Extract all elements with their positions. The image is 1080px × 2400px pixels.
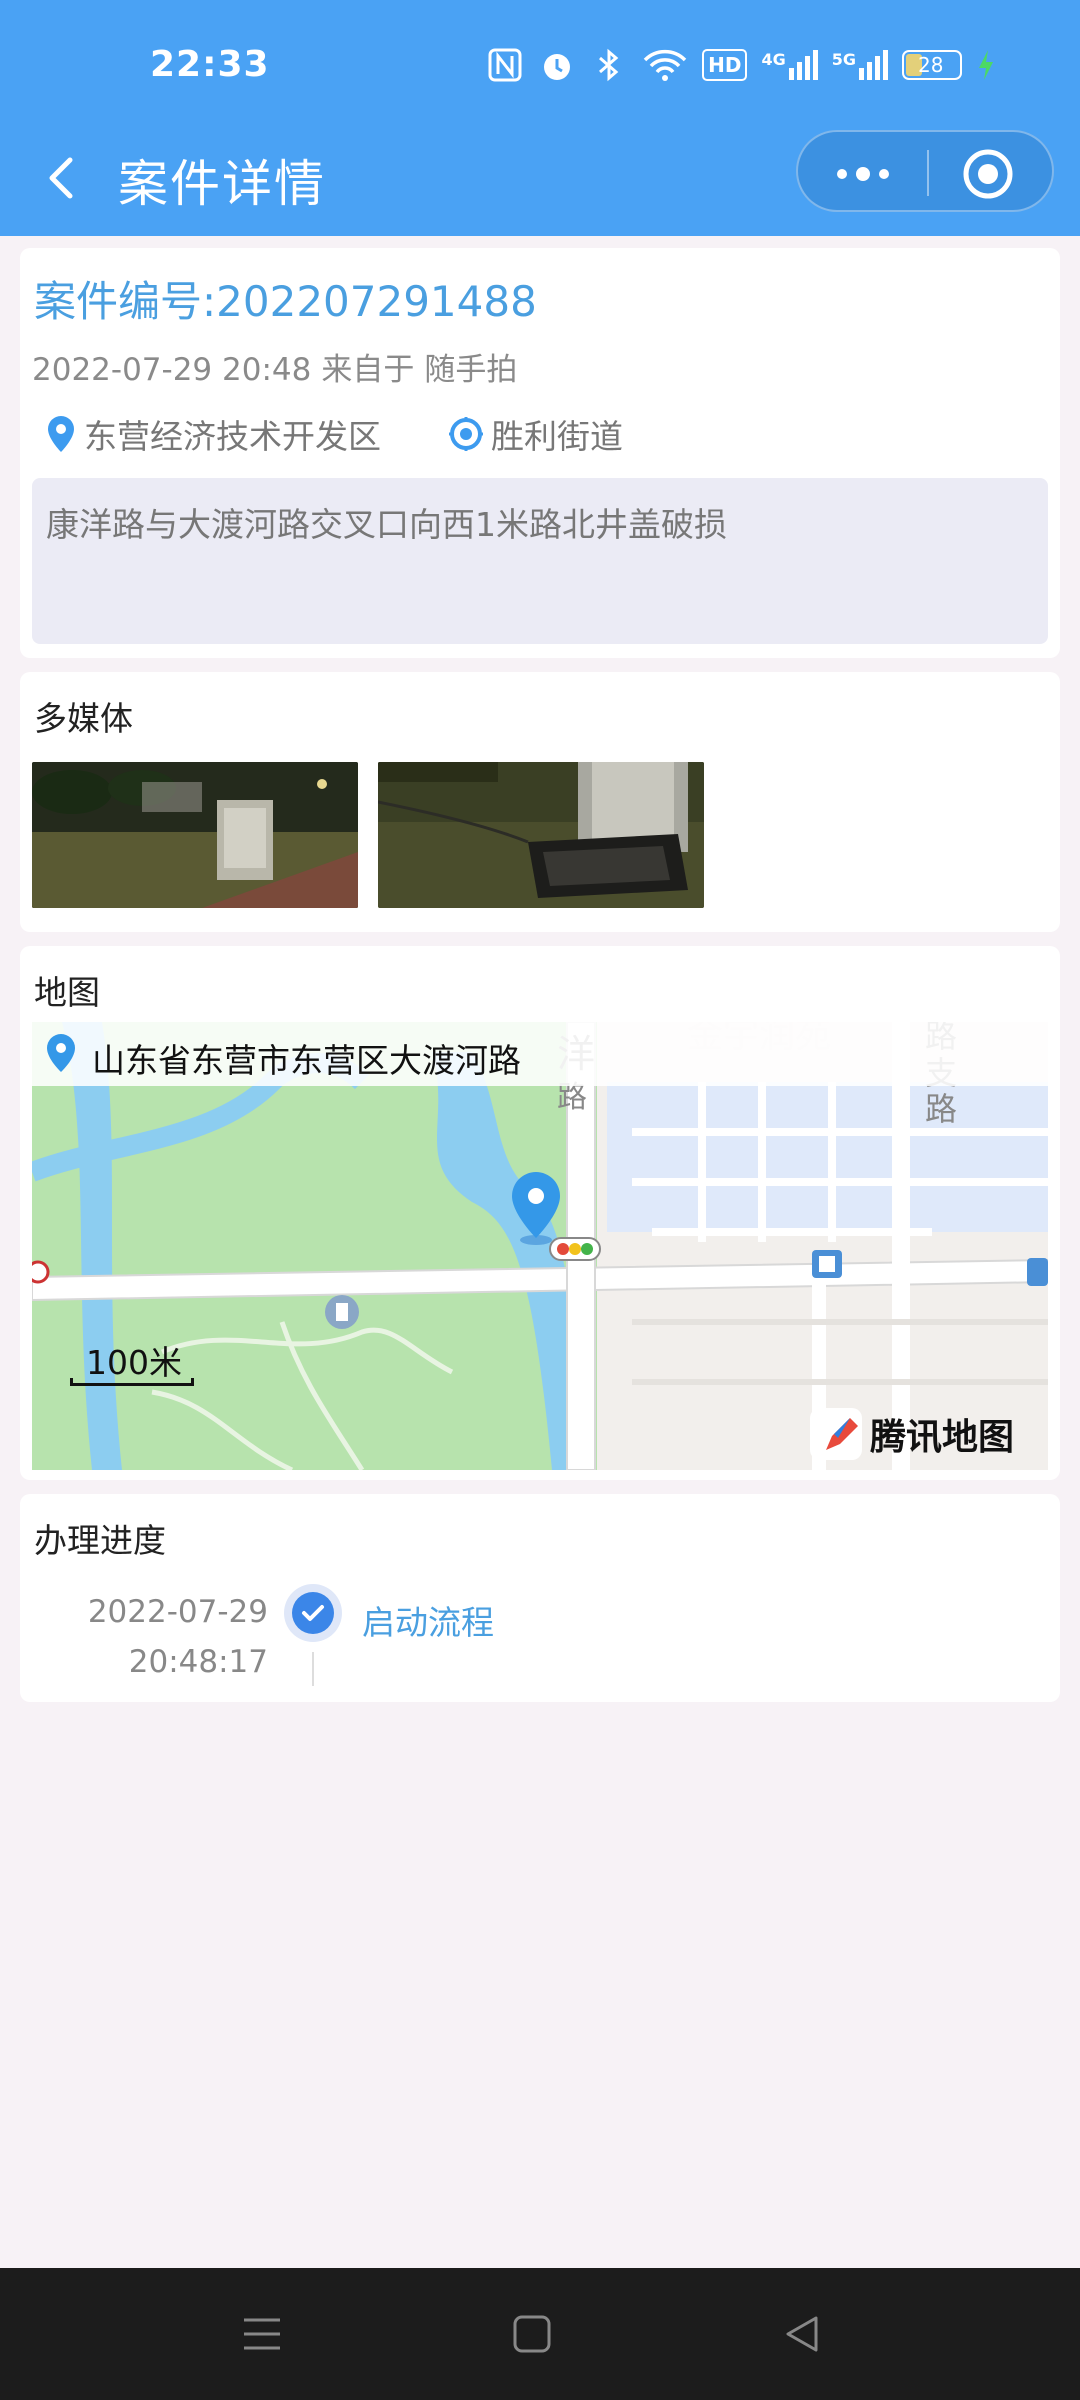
- signal-5g-icon: 5G: [832, 50, 888, 80]
- status-icons: HD 4G 5G 28: [486, 46, 996, 84]
- app-header: 22:33 HD 4G 5G 28 案件详情: [0, 0, 1080, 236]
- status-bar: 22:33 HD 4G 5G 28: [0, 0, 1080, 120]
- map-pin-icon: [47, 1034, 75, 1072]
- case-source-prefix: 来自于: [321, 352, 415, 388]
- case-number: 案件编号:202207291488: [34, 277, 537, 326]
- locate-icon: [449, 417, 483, 451]
- timeline-line: [312, 1652, 314, 1686]
- map-tiles: 洋 路 金宇润苑 路 支 路: [32, 1022, 1048, 1470]
- media-thumbnail-1[interactable]: [32, 762, 358, 908]
- map-pin-icon: [48, 416, 74, 452]
- nav-bar: 案件详情: [0, 120, 1080, 236]
- map-provider-logo: 腾讯地图: [810, 1408, 1014, 1460]
- case-source: 随手拍: [424, 352, 518, 388]
- case-description: 康洋路与大渡河路交叉口向西1米路北井盖破损: [46, 505, 727, 544]
- compass-icon: [810, 1408, 862, 1460]
- district-item: 东营经济技术开发区: [44, 410, 381, 458]
- district-label: 东营经济技术开发区: [84, 417, 381, 456]
- case-info-card: 案件编号:202207291488 2022-07-29 20:48 来自于 随手拍…: [20, 248, 1060, 658]
- chevron-left-icon[interactable]: [40, 148, 90, 208]
- map-card: 地图 洋: [20, 946, 1060, 1480]
- case-datetime: 2022-07-29 20:48: [32, 352, 312, 388]
- map-address: 山东省东营市东营区大渡河路: [92, 1041, 521, 1080]
- progress-card: 办理进度 2022-07-29 20:48:17 启动流程: [20, 1494, 1060, 1702]
- system-navigation-bar: [0, 2268, 1080, 2400]
- svg-text:路: 路: [925, 1091, 957, 1127]
- status-time: 22:33: [150, 44, 270, 85]
- step-label: 启动流程: [362, 1603, 494, 1642]
- map-scale-bar: [70, 1378, 194, 1386]
- location-row: 东营经济技术开发区 胜利街道: [44, 410, 689, 458]
- media-title: 多媒体: [34, 699, 133, 738]
- hd-icon: HD: [702, 49, 748, 81]
- map-location-marker-icon: [512, 1172, 560, 1245]
- map-title: 地图: [34, 973, 100, 1012]
- media-thumbnail-2[interactable]: [378, 762, 704, 908]
- check-circle-icon: [284, 1584, 342, 1642]
- page-title: 案件详情: [118, 155, 326, 213]
- menu-icon[interactable]: [240, 2312, 284, 2356]
- signal-4g-icon: 4G: [761, 50, 818, 80]
- battery-level: 28: [918, 53, 944, 77]
- capsule-divider: [927, 150, 929, 196]
- map-address-bar: 山东省东营市东营区大渡河路: [32, 1022, 1048, 1086]
- map-scale-label: 100米: [86, 1343, 182, 1382]
- alarm-icon: [544, 54, 571, 80]
- map-provider-name: 腾讯地图: [870, 1417, 1015, 1458]
- bluetooth-icon: [599, 48, 619, 82]
- more-dots-icon[interactable]: [832, 154, 894, 194]
- home-icon[interactable]: [510, 2312, 554, 2356]
- map-view[interactable]: 洋 路 金宇润苑 路 支 路 山东省东营市东营区大渡河路 100米 腾讯地图: [32, 1022, 1048, 1470]
- description-box: 康洋路与大渡河路交叉口向西1米路北井盖破损: [32, 478, 1048, 644]
- step-time: 20:48:17: [128, 1644, 268, 1680]
- progress-title: 办理进度: [34, 1521, 166, 1560]
- battery-icon: 28: [902, 50, 962, 80]
- nfc-icon: [488, 48, 522, 82]
- step-date: 2022-07-29: [87, 1594, 268, 1630]
- wifi-icon: [643, 49, 687, 81]
- street-label: 胜利街道: [491, 417, 623, 456]
- case-meta: 2022-07-29 20:48 来自于 随手拍: [32, 344, 527, 389]
- target-icon[interactable]: [960, 146, 1016, 202]
- street-item: 胜利街道: [447, 410, 623, 458]
- mini-program-capsule: [796, 130, 1054, 212]
- charging-icon: [979, 50, 993, 80]
- back-triangle-icon[interactable]: [780, 2312, 824, 2356]
- media-card: 多媒体: [20, 672, 1060, 932]
